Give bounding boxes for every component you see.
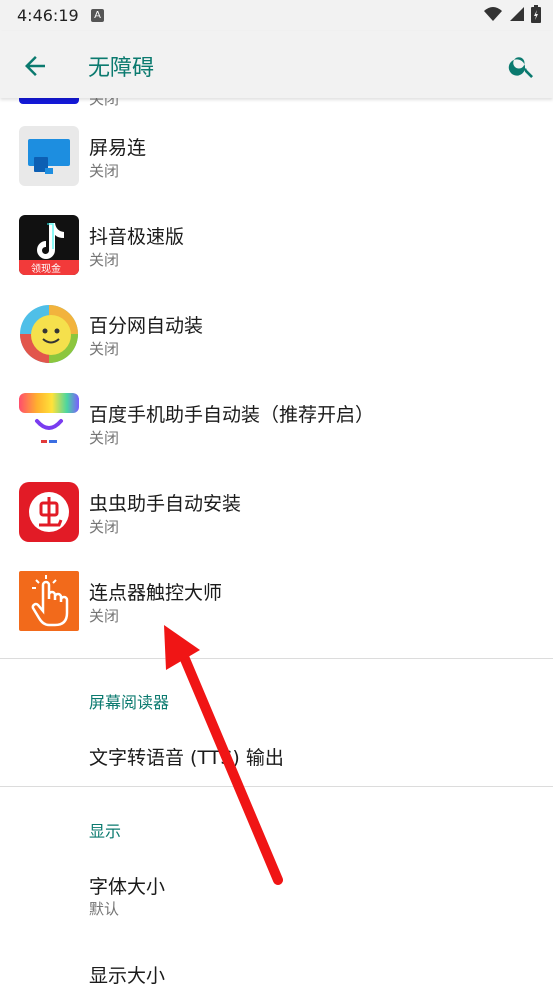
- douyin-lite-icon: 领现金: [19, 215, 79, 275]
- section-header-display: 显示: [89, 822, 122, 841]
- notification-badge: A: [91, 9, 104, 22]
- app-name: 屏易连: [89, 137, 147, 159]
- app-status: 关闭: [89, 162, 120, 180]
- font-size-value: 默认: [89, 900, 120, 918]
- baidu-assistant-icon: [19, 393, 79, 453]
- icon-badge-text: 领现金: [31, 264, 61, 275]
- app-status: 关闭: [89, 429, 120, 447]
- app-status: 关闭: [89, 251, 120, 269]
- app-name: 百分网自动装: [89, 315, 204, 337]
- accessibility-item-pingyilian[interactable]: 屏易连 关闭: [0, 113, 553, 202]
- wifi-icon: [484, 7, 502, 21]
- screen-cast-icon: [19, 126, 79, 186]
- app-status: 关闭: [89, 518, 120, 536]
- status-bar: 4:46:19 A: [0, 0, 553, 31]
- app-bar: 无障碍: [0, 31, 553, 98]
- smiley-icon: [19, 304, 79, 364]
- accessibility-item-baifenwang[interactable]: 百分网自动装 关闭: [0, 291, 553, 380]
- status-icons: [483, 5, 541, 23]
- tts-output-item[interactable]: 文字转语音 (TTS) 输出: [89, 743, 284, 770]
- search-button[interactable]: [507, 51, 537, 81]
- accessibility-item-chongchong[interactable]: 虫虫助手自动安装 关闭: [0, 469, 553, 558]
- back-button[interactable]: [20, 51, 50, 81]
- list-item-partial[interactable]: 关闭: [0, 98, 553, 106]
- app-status: 关闭: [89, 607, 120, 625]
- app-name: 虫虫助手自动安装: [89, 493, 242, 515]
- accessibility-item-liandianqi[interactable]: 连点器触控大师 关闭: [0, 558, 553, 647]
- app-name: 连点器触控大师: [89, 582, 223, 604]
- app-name: 百度手机助手自动装（推荐开启）: [89, 404, 375, 426]
- accessibility-item-baidu-assistant[interactable]: 百度手机助手自动装（推荐开启） 关闭: [0, 380, 553, 469]
- accessibility-item-douyin[interactable]: 领现金 抖音极速版 关闭: [0, 202, 553, 291]
- arrow-left-icon: [25, 56, 45, 76]
- app-icon: [19, 98, 79, 104]
- section-divider: [0, 786, 553, 787]
- tap-hand-icon: [19, 571, 79, 631]
- app-status: 关闭: [89, 340, 120, 358]
- search-icon: [508, 57, 533, 78]
- battery-icon: [531, 5, 541, 23]
- page-title: 无障碍: [88, 56, 155, 81]
- app-status: 关闭: [89, 98, 119, 106]
- signal-icon: [510, 7, 524, 21]
- section-divider: [0, 658, 553, 659]
- status-time: 4:46:19: [17, 6, 79, 25]
- font-size-item[interactable]: 字体大小: [89, 872, 165, 899]
- chongchong-icon: [19, 482, 79, 542]
- app-name: 抖音极速版: [89, 226, 185, 248]
- section-header-screen-reader: 屏幕阅读器: [89, 693, 170, 712]
